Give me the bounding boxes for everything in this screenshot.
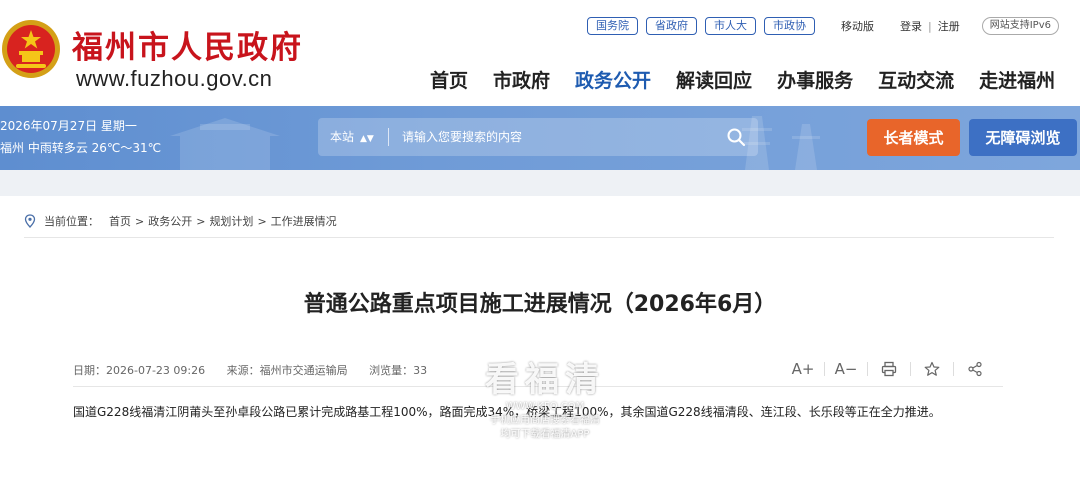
location-pin-icon — [24, 214, 36, 228]
scope-sort-icon: ▲▼ — [360, 134, 374, 144]
site-header: 福州市人民政府 www.fuzhou.gov.cn 国务院 省政府 市人大 市政… — [0, 0, 1080, 106]
breadcrumb-label: 当前位置： — [44, 215, 99, 228]
breadcrumb-separator: > — [196, 214, 206, 228]
current-date: 2026年07月27日 星期一 — [0, 119, 137, 133]
breadcrumb-divider — [24, 237, 1054, 238]
watermark: 看福清 WWW.KFQ.COM 手机应用商店搜索看福清 均可下载看福清APP — [470, 360, 620, 442]
page: 福州市人民政府 www.fuzhou.gov.cn 国务院 省政府 市人大 市政… — [0, 0, 1080, 477]
article-title: 普通公路重点项目施工进展情况（2026年6月） — [303, 292, 777, 317]
national-emblem-icon[interactable] — [0, 18, 62, 80]
tool-divider — [910, 362, 911, 376]
search-banner: 2026年07月27日 星期一 福州 中雨转多云 26℃～31℃ 本站 ▲▼ 长者… — [0, 106, 1080, 170]
article-tools: A+ A− — [786, 360, 992, 378]
article-date: 日期：2026-07-23 09:26 — [73, 364, 206, 377]
nav-interaction[interactable]: 互动交流 — [878, 66, 954, 93]
watermark-line-1: 手机应用商店搜索看福清 — [490, 415, 600, 426]
watermark-logo-text: 看福清 — [485, 360, 605, 400]
search-scope-label: 本站 — [330, 130, 355, 144]
nav-gov-affairs[interactable]: 政务公开 — [575, 66, 651, 93]
site-url[interactable]: www.fuzhou.gov.cn — [76, 66, 272, 92]
breadcrumb: 当前位置： 首页 > 政务公开 > 规划计划 > 工作进展情况 — [24, 213, 341, 229]
nav-services[interactable]: 办事服务 — [777, 66, 853, 93]
ipv6-badge: 网站支持IPv6 — [981, 17, 1059, 35]
link-province-gov[interactable]: 省政府 — [646, 17, 697, 35]
top-links: 国务院 省政府 市人大 市政协 移动版 登录 | 注册 网站支持IPv6 — [587, 16, 1059, 36]
register-link[interactable]: 注册 — [938, 18, 960, 34]
nav-about-fuzhou[interactable]: 走进福州 — [979, 66, 1055, 93]
article-meta: 日期：2026-07-23 09:26 来源：福州市交通运输局 浏览量：33 — [73, 362, 445, 378]
scope-divider — [388, 128, 389, 146]
link-cppcc[interactable]: 市政协 — [764, 17, 815, 35]
share-icon[interactable] — [967, 361, 983, 377]
font-decrease-button[interactable]: A− — [829, 360, 863, 378]
login-link[interactable]: 登录 — [900, 18, 922, 34]
elder-mode-button[interactable]: 长者模式 — [867, 119, 960, 156]
main-nav: 首页 市政府 政务公开 解读回应 办事服务 互动交流 走进福州 — [430, 66, 1080, 93]
link-peoples-congress[interactable]: 市人大 — [705, 17, 756, 35]
breadcrumb-separator: > — [135, 214, 145, 228]
nav-home[interactable]: 首页 — [430, 66, 468, 93]
accessible-browse-button[interactable]: 无障碍浏览 — [969, 119, 1077, 156]
breadcrumb-home[interactable]: 首页 — [109, 213, 131, 229]
search-scope-select[interactable]: 本站 ▲▼ — [330, 128, 374, 145]
breadcrumb-separator: > — [257, 214, 267, 228]
search-box: 本站 ▲▼ — [318, 118, 758, 156]
watermark-line-2: 均可下载看福清APP — [500, 429, 590, 440]
login-separator: | — [928, 19, 932, 33]
breadcrumb-gov-affairs[interactable]: 政务公开 — [148, 213, 192, 229]
tool-divider — [867, 362, 868, 376]
watermark-domain: WWW.KFQ.COM — [505, 401, 585, 412]
tool-divider — [953, 362, 954, 376]
article-source: 来源：福州市交通运输局 — [226, 364, 348, 377]
link-state-council[interactable]: 国务院 — [587, 17, 638, 35]
mobile-version-link[interactable]: 移动版 — [841, 18, 874, 34]
search-input[interactable] — [402, 122, 712, 152]
font-increase-button[interactable]: A+ — [786, 360, 820, 378]
weather-info: 福州 中雨转多云 26℃～31℃ — [0, 141, 162, 155]
nav-city-gov[interactable]: 市政府 — [493, 66, 550, 93]
search-icon[interactable] — [726, 127, 746, 147]
print-icon[interactable] — [881, 361, 897, 377]
tool-divider — [824, 362, 825, 376]
star-icon[interactable] — [924, 361, 940, 377]
article-views: 浏览量：33 — [369, 364, 428, 377]
site-name[interactable]: 福州市人民政府 — [72, 22, 303, 67]
breadcrumb-plans[interactable]: 规划计划 — [209, 213, 253, 229]
breadcrumb-progress[interactable]: 工作进展情况 — [271, 213, 337, 229]
nav-interpretation[interactable]: 解读回应 — [676, 66, 752, 93]
